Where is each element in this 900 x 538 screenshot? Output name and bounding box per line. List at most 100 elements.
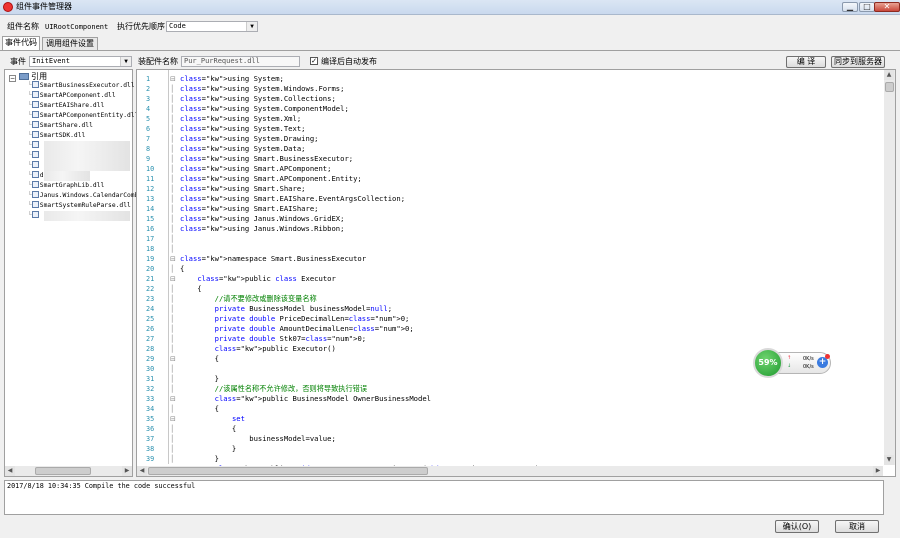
- tree-item[interactable]: └ SmartAPComponentEntity.dll: [28, 111, 138, 121]
- scroll-right-icon[interactable]: ▶: [873, 466, 883, 476]
- scroll-left-icon[interactable]: ◀: [5, 466, 15, 476]
- code-line[interactable]: class="kw">using System.Xml;: [180, 114, 301, 124]
- code-vscrollbar[interactable]: ▲ ▼: [884, 70, 895, 465]
- tree-item[interactable]: └ SmartEAIShare.dll: [28, 101, 104, 111]
- priority-select-value: Code: [169, 22, 186, 30]
- tree-item[interactable]: └ SmartBusinessExecutor.dll: [28, 81, 135, 91]
- code-line[interactable]: //请不要修改或删除该变量名称: [180, 294, 317, 304]
- code-line[interactable]: class="kw">using System.Data;: [180, 144, 306, 154]
- scroll-thumb[interactable]: [35, 467, 91, 475]
- autopublish-label: 编译后自动发布: [321, 57, 377, 66]
- code-line[interactable]: {: [180, 264, 184, 274]
- code-line[interactable]: {: [180, 284, 201, 294]
- collapse-icon[interactable]: ⊟: [170, 355, 176, 363]
- code-line[interactable]: class="kw">public BusinessModel OwnerBus…: [180, 394, 431, 404]
- scroll-right-icon[interactable]: ▶: [122, 466, 132, 476]
- scroll-up-icon[interactable]: ▲: [884, 70, 894, 80]
- code-line[interactable]: class="kw">using Janus.Windows.Ribbon;: [180, 224, 344, 234]
- collapse-icon[interactable]: ⊟: [170, 255, 176, 263]
- priority-select[interactable]: Code ▼: [166, 21, 258, 32]
- code-line[interactable]: private double AmountDecimalLen=class="n…: [180, 324, 414, 334]
- tree-item[interactable]: └ SmartSDK.dll: [28, 131, 85, 141]
- collapse-icon[interactable]: −: [9, 75, 16, 82]
- line-number: 7: [146, 135, 151, 143]
- line-number: 25: [146, 315, 155, 323]
- code-line[interactable]: }: [180, 374, 219, 384]
- scroll-thumb[interactable]: [148, 467, 428, 475]
- assembly-icon: [31, 161, 39, 168]
- code-line[interactable]: //该属性名称不允许修改，否则将导致执行错误: [180, 384, 367, 394]
- line-number: 15: [146, 215, 155, 223]
- line-number-gutter: 1 2 3 4 5 6 7 8 9 10 11 12 13 14 15 16 17 18 19 20 21 22 23 24 2…: [136, 71, 167, 464]
- line-number: 28: [146, 345, 155, 353]
- tab-event-code[interactable]: 事件代码: [2, 36, 40, 50]
- collapse-icon[interactable]: ⊟: [170, 395, 176, 403]
- tree-item[interactable]: └ SmartSystemRuleParse.dll: [28, 201, 131, 211]
- code-line[interactable]: private double PriceDecimalLen=class="nu…: [180, 314, 410, 324]
- code-line[interactable]: class="kw">public class Executor: [180, 274, 336, 284]
- collapse-icon[interactable]: ⊟: [170, 75, 176, 83]
- code-line[interactable]: {: [180, 354, 219, 364]
- fold-line: │: [170, 305, 175, 313]
- code-line[interactable]: }: [180, 444, 236, 454]
- chevron-down-icon: ▼: [120, 57, 131, 66]
- maximize-button[interactable]: □: [859, 2, 875, 12]
- ok-button[interactable]: 确认(O): [775, 520, 819, 533]
- fold-line: │: [170, 85, 175, 93]
- code-line[interactable]: class="kw">using System.Collections;: [180, 94, 336, 104]
- code-line[interactable]: set: [180, 414, 245, 424]
- code-line[interactable]: class="kw">using Smart.Share;: [180, 184, 306, 194]
- line-number: 38: [146, 445, 155, 453]
- compile-button[interactable]: 编 译: [786, 56, 826, 68]
- close-button[interactable]: ✕: [874, 2, 900, 12]
- tree-item[interactable]: └: [28, 151, 40, 161]
- code-line[interactable]: class="kw">using Smart.BusinessExecutor;: [180, 154, 353, 164]
- tree-item[interactable]: └: [28, 161, 40, 171]
- collapse-icon[interactable]: ⊟: [170, 415, 176, 423]
- code-line[interactable]: class="kw">using Smart.EAIShare.EventArg…: [180, 194, 405, 204]
- code-line[interactable]: {: [180, 424, 236, 434]
- tree-item[interactable]: └: [28, 211, 40, 221]
- code-line[interactable]: private BusinessModel businessModel=null…: [180, 304, 392, 314]
- assembly-input[interactable]: Pur_PurRequest.dll: [181, 56, 300, 67]
- code-line[interactable]: businessModel=value;: [180, 434, 336, 444]
- code-line[interactable]: private double Stk07=class="num">0;: [180, 334, 366, 344]
- sync-to-server-button[interactable]: 同步到服务器: [831, 56, 885, 68]
- tree-item-label: SmartEAIShare.dll: [39, 102, 105, 109]
- collapse-icon[interactable]: ⊟: [170, 275, 176, 283]
- tree-hscrollbar[interactable]: ◀ ▶: [5, 466, 132, 476]
- event-select[interactable]: InitEvent ▼: [29, 56, 132, 67]
- code-line[interactable]: class="kw">using Smart.APComponent;: [180, 164, 331, 174]
- scroll-down-icon[interactable]: ▼: [884, 455, 894, 465]
- network-speed-widget[interactable]: 59% ↑ ↓ 0K/s 0K/s +: [753, 348, 831, 378]
- window-title: 组件事件管理器: [16, 2, 72, 11]
- tree-item[interactable]: └ SmartAPComponent.dll: [28, 91, 116, 101]
- line-number: 4: [146, 105, 151, 113]
- tree-item[interactable]: └ SmartGraphLib.dll: [28, 181, 104, 191]
- fold-line: │: [170, 245, 175, 253]
- code-line[interactable]: class="kw">using System.Windows.Forms;: [180, 84, 344, 94]
- code-line[interactable]: class="kw">using Janus.Windows.GridEX;: [180, 214, 344, 224]
- code-line[interactable]: class="kw">using Smart.EAIShare;: [180, 204, 318, 214]
- tree-item[interactable]: └ SmartShare.dll: [28, 121, 93, 131]
- scroll-thumb[interactable]: [885, 82, 894, 92]
- tab-component-settings[interactable]: 调用组件设置: [42, 37, 98, 50]
- code-line[interactable]: class="kw">using Smart.APComponent.Entit…: [180, 174, 362, 184]
- minimize-button[interactable]: ▁: [842, 2, 858, 12]
- autopublish-checkbox[interactable]: ✓: [310, 57, 318, 65]
- fold-line: │: [170, 195, 175, 203]
- code-line[interactable]: {: [180, 404, 219, 414]
- code-line[interactable]: class="kw">public Executor(): [180, 344, 336, 354]
- code-hscrollbar[interactable]: ◀ ▶: [137, 466, 883, 476]
- code-line[interactable]: }: [180, 454, 219, 464]
- code-line[interactable]: class="kw">using System.Text;: [180, 124, 306, 134]
- code-line[interactable]: class="kw">namespace Smart.BusinessExecu…: [180, 254, 366, 264]
- line-number: 33: [146, 395, 155, 403]
- code-line[interactable]: class="kw">using System;: [180, 74, 284, 84]
- code-line[interactable]: class="kw">using System.ComponentModel;: [180, 104, 349, 114]
- code-line[interactable]: class="kw">using System.Drawing;: [180, 134, 318, 144]
- tree-item[interactable]: └: [28, 141, 40, 151]
- assembly-icon: [31, 121, 39, 128]
- cancel-button[interactable]: 取消: [835, 520, 879, 533]
- scroll-left-icon[interactable]: ◀: [137, 466, 147, 476]
